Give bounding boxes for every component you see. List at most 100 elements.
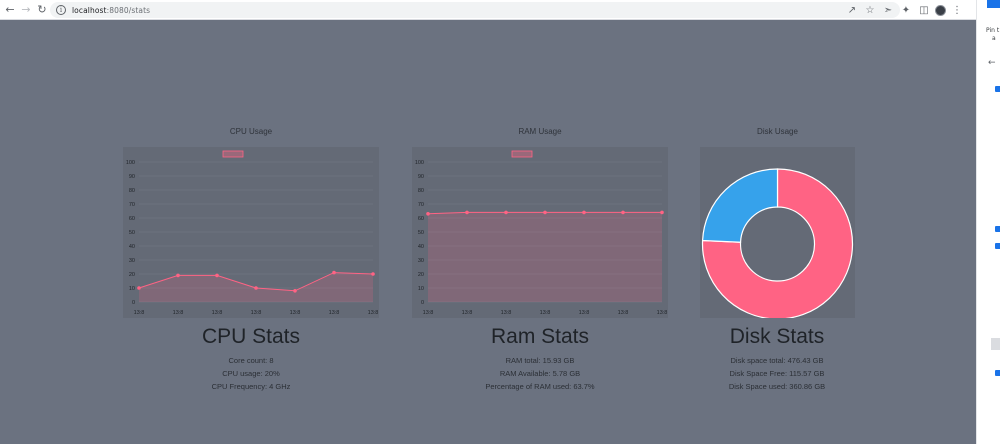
profile-avatar[interactable] [935, 4, 946, 16]
cpu-chart: 0 10 20 30 40 50 60 70 80 90 100 13:8 13:8 13:8 13:8 13… [123, 147, 379, 318]
ram-available: RAM Available: 5.78 GB [499, 369, 581, 378]
cpu-data-point [371, 272, 375, 276]
cpu-data-point [254, 286, 258, 290]
disk-stats-title: Disk Stats [729, 325, 825, 348]
ram-chart: 0 10 20 30 40 50 60 70 80 90 100 13:8 13:8 13:8 13:8 13… [412, 147, 668, 318]
ram-usage-chart: 0 10 20 30 40 50 60 70 80 90 100 13:8 13:8 13:8 13:8 13… [415, 150, 667, 316]
url-path: :8080/stats [106, 5, 151, 15]
ram-used-percentage: Percentage of RAM used: 63.7% [485, 382, 595, 391]
cpu-y-tick-label: 100 [126, 160, 135, 166]
cpu-core-count: Core count: 8 [228, 356, 274, 365]
side-panel: Pin ta ← [976, 0, 1000, 444]
cpu-y-tick-label: 50 [129, 230, 135, 236]
cpu-usage-value: CPU usage: 20% [222, 369, 280, 378]
cpu-data-point [176, 273, 180, 278]
ram-y-tick-label: 30 [418, 258, 424, 264]
ram-y-tick-label: 50 [418, 230, 424, 236]
side-panel-item-icon[interactable] [995, 86, 1000, 92]
ram-x-tick-label: 13:8 [462, 310, 473, 316]
cpu-y-tick-label: 30 [129, 258, 135, 264]
ram-data-point [426, 212, 430, 216]
ram-x-tick-label: 13:8 [579, 310, 590, 316]
disk-slice-free [701, 168, 779, 243]
ram-x-tick-label: 13:8 [501, 310, 512, 316]
ram-legend-box [511, 150, 533, 158]
cpu-x-tick-label: 13:8 [329, 310, 340, 316]
side-panel-item-icon[interactable] [995, 226, 1000, 232]
forward-icon[interactable]: → [18, 0, 34, 20]
side-panel-item-icon[interactable] [995, 370, 1000, 376]
site-info-icon[interactable]: i [56, 5, 66, 15]
disk-usage-chart [701, 168, 854, 318]
side-panel-text: Pin ta [986, 27, 999, 43]
bookmark-star-icon[interactable]: ☆ [863, 3, 877, 17]
cpu-x-tick-label: 13:8 [368, 310, 379, 316]
ram-data-point [582, 210, 586, 215]
cpu-data-point [293, 289, 297, 293]
side-panel-back-icon[interactable]: ← [988, 58, 996, 68]
ram-y-tick-label: 90 [418, 174, 424, 180]
ram-y-tick-label: 60 [418, 216, 424, 222]
cpu-y-tick-label: 60 [129, 216, 135, 222]
ram-data-point [660, 210, 664, 215]
cpu-usage-chart: 0 10 20 30 40 50 60 70 80 90 100 13:8 13:8 13:8 13:8 13… [126, 150, 379, 316]
cpu-data-point [332, 270, 336, 275]
side-panel-tab[interactable] [987, 0, 1000, 8]
url-host: localhost [72, 5, 107, 15]
ram-y-tick-label: 0 [421, 300, 424, 306]
cpu-x-tick-label: 13:8 [173, 310, 184, 316]
ram-stats: Ram Stats RAM total: 15.93 GB RAM Availa… [440, 324, 640, 393]
back-icon[interactable]: ← [2, 0, 18, 20]
ram-y-tick-label: 40 [418, 244, 424, 250]
cpu-y-tick-label: 0 [132, 300, 135, 306]
cpu-stats: CPU Stats Core count: 8 CPU usage: 20% C… [151, 324, 351, 393]
disk-used: Disk Space used: 360.86 GB [728, 382, 826, 391]
cpu-data-point [215, 273, 219, 278]
cpu-x-tick-label: 13:8 [134, 310, 145, 316]
ram-total: RAM total: 15.93 GB [505, 356, 575, 365]
ram-y-tick-label: 20 [418, 272, 424, 278]
disk-stats: Disk Stats Disk space total: 476.43 GB D… [677, 324, 877, 393]
cpu-y-tick-label: 40 [129, 244, 135, 250]
url-text: localhost:8080/stats [72, 6, 150, 15]
send-tab-icon[interactable]: ➣ [881, 3, 895, 17]
pin-text-2: a [992, 35, 996, 42]
cpu-chart-title: CPU Usage [229, 127, 273, 136]
ram-y-tick-label: 70 [418, 202, 424, 208]
reload-icon[interactable]: ↻ [34, 0, 50, 20]
cpu-x-tick-label: 13:8 [212, 310, 223, 316]
ram-y-tick-label: 10 [418, 286, 424, 292]
ram-y-tick-label: 100 [415, 160, 424, 166]
cpu-y-tick-label: 70 [129, 202, 135, 208]
cpu-y-tick-label: 10 [129, 286, 135, 292]
cpu-y-tick-label: 20 [129, 272, 135, 278]
address-bar[interactable]: i localhost:8080/stats [50, 2, 900, 18]
side-panel-icon[interactable]: ◫ [917, 3, 931, 17]
cpu-data-point [137, 286, 141, 290]
cpu-y-tick-label: 80 [129, 188, 135, 194]
ram-y-tick-label: 80 [418, 188, 424, 194]
cpu-y-tick-label: 90 [129, 174, 135, 180]
disk-chart [700, 147, 855, 318]
ram-area-fill [428, 212, 662, 302]
menu-dots-icon[interactable]: ⋮ [950, 3, 964, 17]
ram-x-tick-label: 13:8 [540, 310, 551, 316]
cpu-stats-title: CPU Stats [201, 325, 301, 348]
side-panel-scroll[interactable] [991, 338, 1000, 350]
ram-x-tick-label: 13:8 [423, 310, 434, 316]
cpu-x-tick-label: 13:8 [290, 310, 301, 316]
ram-chart-title: RAM Usage [518, 127, 562, 136]
side-panel-item-icon[interactable] [995, 243, 1000, 249]
pin-text-1: Pin t [986, 27, 1000, 34]
cpu-frequency: CPU Frequency: 4 GHz [211, 382, 291, 391]
disk-chart-title: Disk Usage [757, 127, 798, 136]
ram-data-point [504, 210, 508, 215]
browser-toolbar: ← → ↻ i localhost:8080/stats ↗ ☆ ➣ ✦ ◫ ⋮ [0, 0, 976, 20]
ram-stats-title: Ram Stats [490, 325, 590, 348]
disk-total: Disk space total: 476.43 GB [730, 356, 824, 365]
ram-data-point [465, 210, 469, 215]
ram-x-tick-label: 13:8 [618, 310, 629, 316]
extensions-icon[interactable]: ✦ [899, 3, 913, 17]
share-icon[interactable]: ↗ [845, 3, 859, 17]
disk-free: Disk Space Free: 115.57 GB [729, 369, 825, 378]
